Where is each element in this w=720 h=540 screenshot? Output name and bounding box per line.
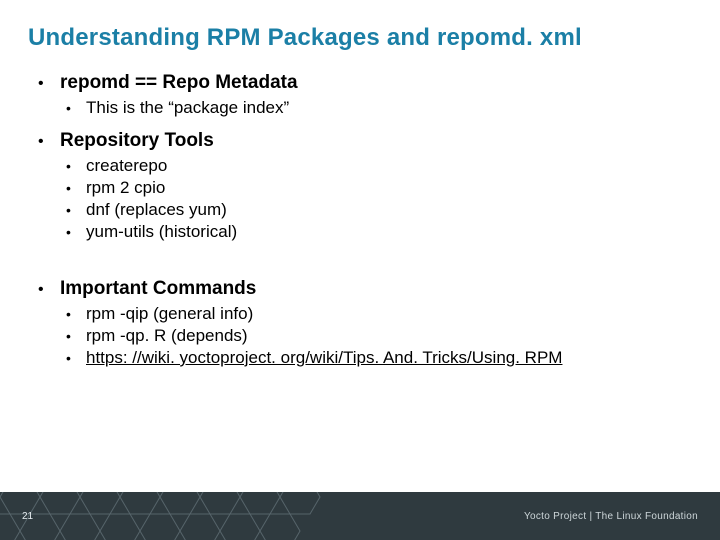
- spacer: [38, 254, 720, 278]
- bullet-list-level1: • repomd == Repo Metadata • This is the …: [38, 72, 720, 368]
- slide: Understanding RPM Packages and repomd. x…: [0, 0, 720, 540]
- list-item-label: dnf (replaces yum): [86, 200, 227, 220]
- list-item: • rpm -qp. R (depends): [66, 326, 720, 346]
- list-item-label: Repository Tools: [60, 130, 214, 152]
- bullet-glyph: •: [38, 281, 60, 299]
- bullet-glyph: •: [66, 224, 86, 240]
- bullet-glyph: •: [66, 306, 86, 322]
- bullet-glyph: •: [66, 100, 86, 116]
- bullet-glyph: •: [66, 202, 86, 218]
- list-item-label: repomd == Repo Metadata: [60, 72, 298, 94]
- list-item: • This is the “package index”: [66, 98, 720, 118]
- list-item: • rpm -qip (general info): [66, 304, 720, 324]
- wiki-link[interactable]: https: //wiki. yoctoproject. org/wiki/Ti…: [86, 348, 562, 368]
- list-item: • rpm 2 cpio: [66, 178, 720, 198]
- slide-title: Understanding RPM Packages and repomd. x…: [0, 0, 720, 52]
- bullet-glyph: •: [38, 75, 60, 93]
- slide-content: • repomd == Repo Metadata • This is the …: [0, 52, 720, 368]
- list-item-label: rpm -qip (general info): [86, 304, 253, 324]
- list-item-label: createrepo: [86, 156, 167, 176]
- list-item: • Important Commands • rpm -qip (general…: [38, 254, 720, 368]
- list-item-label: This is the “package index”: [86, 98, 289, 118]
- bullet-list-level2: • This is the “package index”: [66, 98, 720, 118]
- list-item: • createrepo: [66, 156, 720, 176]
- list-item-label: rpm 2 cpio: [86, 178, 165, 198]
- bullet-glyph: •: [66, 350, 86, 366]
- bullet-glyph: •: [38, 133, 60, 151]
- list-item: • repomd == Repo Metadata • This is the …: [38, 72, 720, 118]
- list-item: • dnf (replaces yum): [66, 200, 720, 220]
- bullet-glyph: •: [66, 180, 86, 196]
- hexagon-pattern-icon: [0, 492, 370, 540]
- list-item-label: Important Commands: [60, 278, 256, 300]
- footer-attribution: Yocto Project | The Linux Foundation: [524, 511, 698, 522]
- bullet-list-level2: • rpm -qip (general info) • rpm -qp. R (…: [66, 304, 720, 368]
- footer-bar: 21 Yocto Project | The Linux Foundation: [0, 492, 720, 540]
- bullet-list-level2: • createrepo • rpm 2 cpio • dnf (replace…: [66, 156, 720, 242]
- list-item: • https: //wiki. yoctoproject. org/wiki/…: [66, 348, 720, 368]
- list-item: • yum-utils (historical): [66, 222, 720, 242]
- list-item-label: rpm -qp. R (depends): [86, 326, 248, 346]
- list-item: • Repository Tools • createrepo • rpm 2 …: [38, 130, 720, 242]
- list-item-label: yum-utils (historical): [86, 222, 237, 242]
- bullet-glyph: •: [66, 328, 86, 344]
- page-number: 21: [22, 511, 33, 522]
- bullet-glyph: •: [66, 158, 86, 174]
